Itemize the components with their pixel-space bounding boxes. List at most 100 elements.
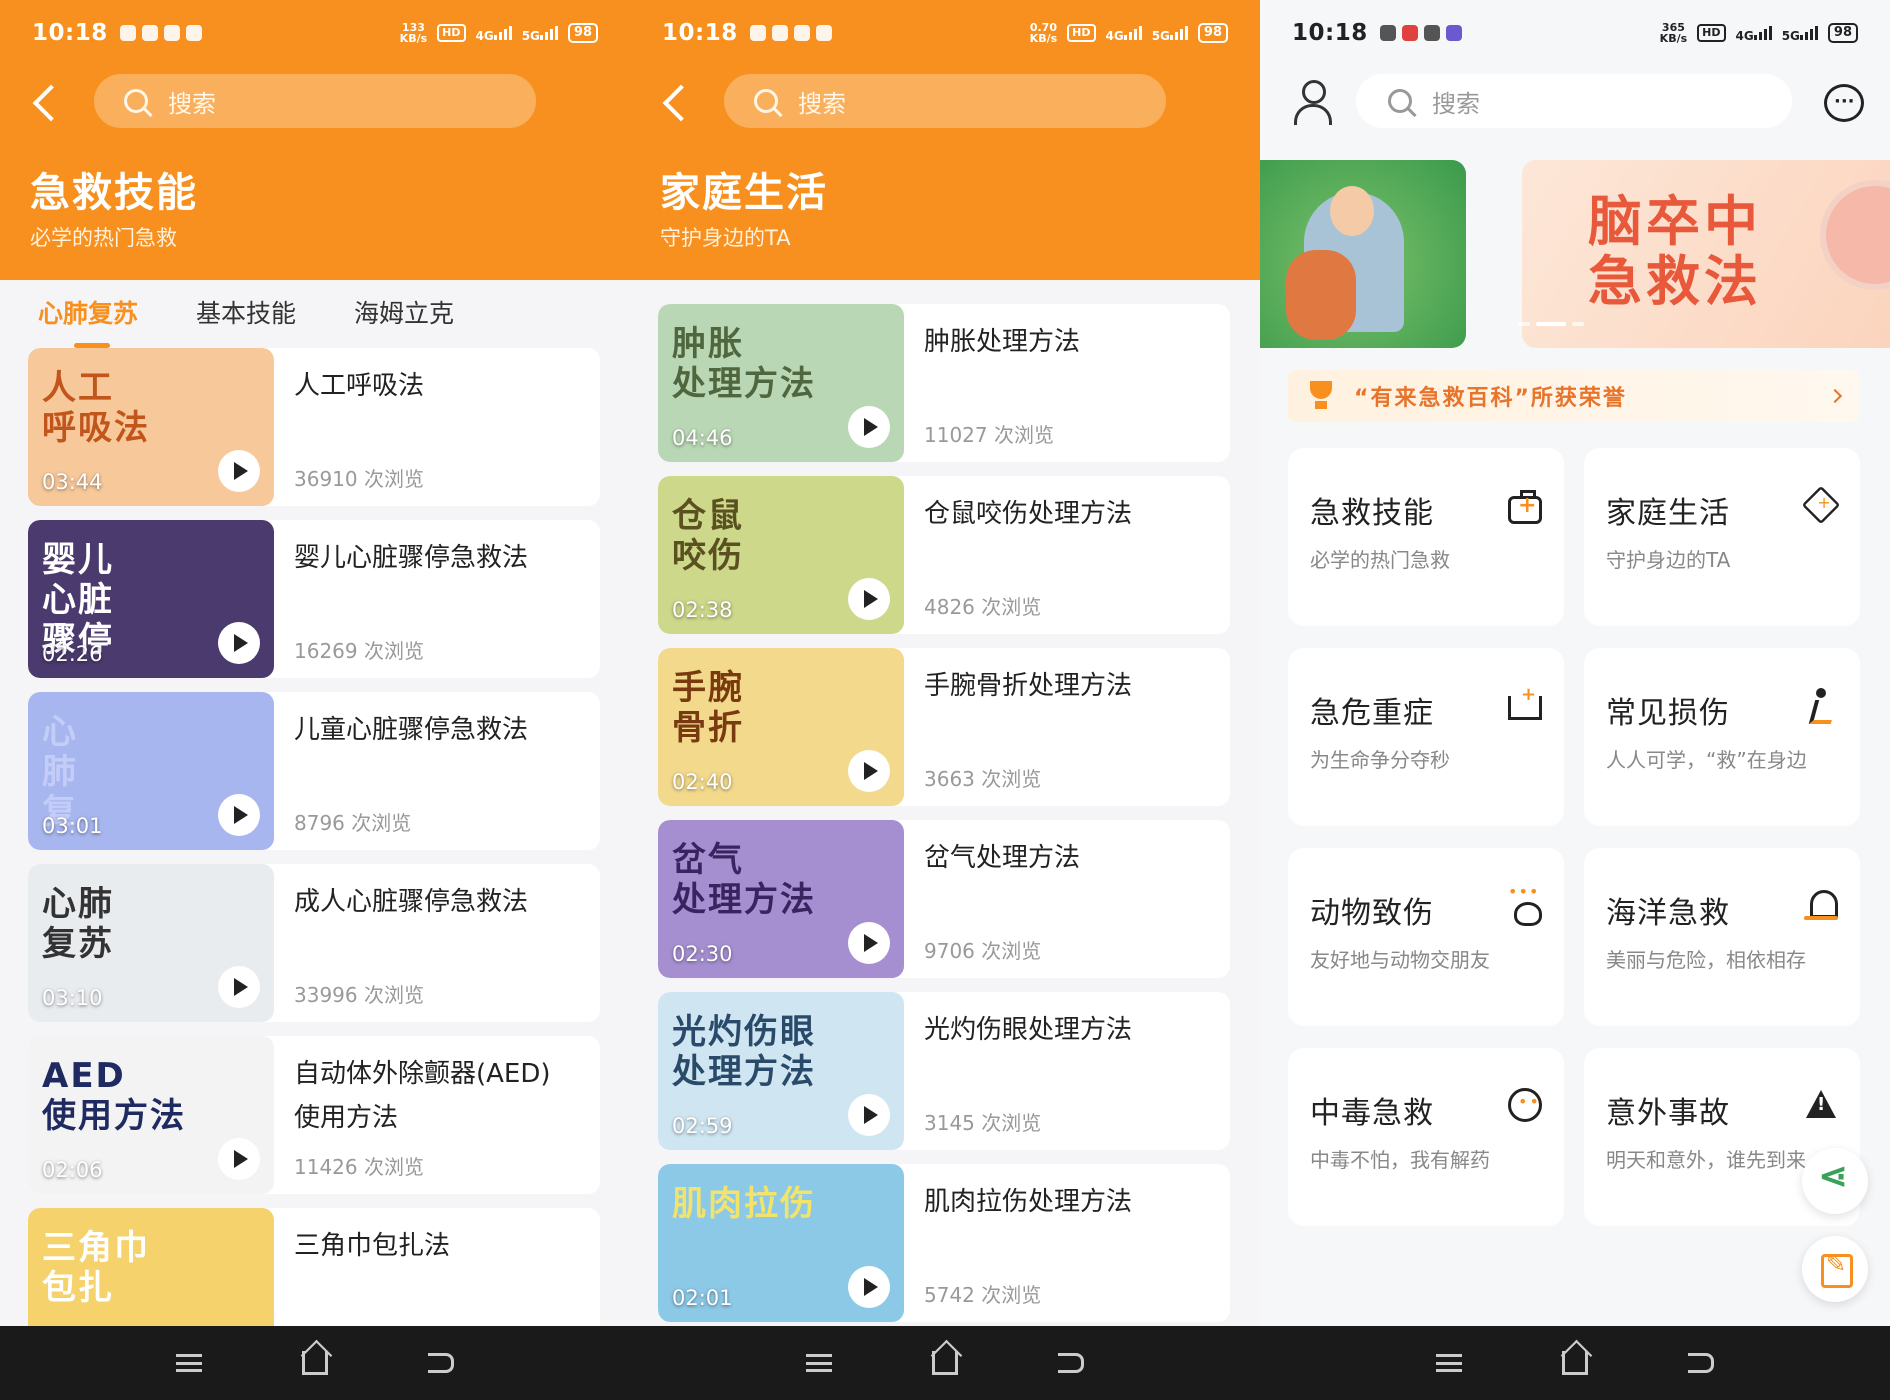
video-thumbnail[interactable]: 肿胀 处理方法 04:46 <box>658 304 904 462</box>
category-card[interactable]: 家庭生活 守护身边的TA <box>1584 448 1860 626</box>
user-profile-icon[interactable] <box>1292 80 1332 125</box>
feedback-button[interactable] <box>1802 1236 1868 1302</box>
honor-banner[interactable]: “有来急救百科”所获荣誉 <box>1288 370 1860 422</box>
video-thumbnail[interactable]: 婴儿 心脏 骤停 02:26 <box>28 520 274 678</box>
ocean-rescue-icon <box>1804 888 1838 922</box>
thumbnail-text: 心肺 复苏 <box>42 884 114 964</box>
play-icon[interactable] <box>848 1094 890 1136</box>
search-input[interactable]: 搜索 <box>94 74 536 128</box>
signal-5g-icon: 5G <box>1152 24 1188 43</box>
video-card[interactable]: 岔气 处理方法 02:30 岔气处理方法 9706 次浏览 <box>658 820 1230 978</box>
back-arrow-icon[interactable] <box>660 74 700 130</box>
system-back-icon[interactable] <box>428 1353 454 1373</box>
video-title: 手腕骨折处理方法 <box>924 671 1133 701</box>
video-duration: 02:01 <box>672 1286 733 1310</box>
tab-heimlich[interactable]: 海姆立克 <box>354 294 454 330</box>
menu-icon[interactable] <box>1436 1354 1462 1372</box>
video-thumbnail[interactable]: 仓鼠 咬伤 02:38 <box>658 476 904 634</box>
home-icon[interactable] <box>1562 1351 1588 1375</box>
search-input[interactable]: 搜索 <box>1356 74 1792 128</box>
tab-cpr[interactable]: 心肺复苏 <box>38 294 138 348</box>
play-icon[interactable] <box>848 1266 890 1308</box>
video-title: 儿童心脏骤停急救法 <box>294 715 529 745</box>
menu-icon[interactable] <box>806 1354 832 1372</box>
video-duration: 02:26 <box>42 642 103 666</box>
video-duration: 03:44 <box>42 470 103 494</box>
category-card[interactable]: 常见损伤 人人可学，“救”在身边 <box>1584 648 1860 826</box>
video-thumbnail[interactable]: 心肺 复苏 03:10 <box>28 864 274 1022</box>
play-icon[interactable] <box>848 922 890 964</box>
play-icon[interactable] <box>848 406 890 448</box>
carousel-prev-slide[interactable] <box>1260 160 1466 348</box>
category-title: 海洋急救 <box>1606 896 1730 931</box>
video-info: 成人心脏骤停急救法 33996 次浏览 <box>274 864 600 1022</box>
video-card[interactable]: 手腕 骨折 02:40 手腕骨折处理方法 3663 次浏览 <box>658 648 1230 806</box>
category-card[interactable]: 急危重症 为生命争分夺秒 <box>1288 648 1564 826</box>
tab-basic-skills[interactable]: 基本技能 <box>196 294 296 330</box>
play-icon[interactable] <box>218 622 260 664</box>
system-back-icon[interactable] <box>1688 1353 1714 1373</box>
video-thumbnail[interactable]: 手腕 骨折 02:40 <box>658 648 904 806</box>
message-icon[interactable] <box>1824 84 1864 122</box>
notification-icons <box>119 25 202 41</box>
video-info: 婴儿心脏骤停急救法 16269 次浏览 <box>274 520 600 678</box>
video-card[interactable]: 光灼伤眼 处理方法 02:59 光灼伤眼处理方法 3145 次浏览 <box>658 992 1230 1150</box>
battery-icon: 98 <box>1827 23 1858 43</box>
skull-icon <box>1508 1088 1542 1122</box>
menu-icon[interactable] <box>176 1354 202 1372</box>
video-duration: 02:06 <box>42 1158 103 1182</box>
video-card[interactable]: 婴儿 心脏 骤停 02:26 婴儿心脏骤停急救法 16269 次浏览 <box>28 520 600 678</box>
video-info: 自动体外除颤器(AED) 使用方法 11426 次浏览 <box>274 1036 600 1194</box>
share-button[interactable] <box>1802 1148 1868 1214</box>
video-list: 肿胀 处理方法 04:46 肿胀处理方法 11027 次浏览仓鼠 咬伤 02:38 仓鼠咬… <box>658 304 1230 1336</box>
home-icon[interactable] <box>302 1351 328 1375</box>
notification-icons <box>749 25 832 41</box>
video-title: 肌肉拉伤处理方法 <box>924 1187 1133 1217</box>
video-thumbnail[interactable]: 肌肉拉伤 02:01 <box>658 1164 904 1322</box>
thumbnail-text: 手腕 骨折 <box>672 668 744 748</box>
video-title: 光灼伤眼处理方法 <box>924 1015 1133 1045</box>
status-bar: 10:18 133 KB/s HD 4G 5G 98 <box>0 0 630 66</box>
video-duration: 02:40 <box>672 770 733 794</box>
system-back-icon[interactable] <box>1058 1353 1084 1373</box>
thumbnail-text: 人工 呼吸法 <box>42 368 150 448</box>
network-speed: 133 KB/s <box>399 21 428 45</box>
video-card[interactable]: 心 肺 复 03:01 儿童心脏骤停急救法 8796 次浏览 <box>28 692 600 850</box>
category-card[interactable]: 海洋急救美丽与危险，相依相存 <box>1584 848 1860 1026</box>
video-title: 婴儿心脏骤停急救法 <box>294 543 529 573</box>
video-thumbnail[interactable]: 光灼伤眼 处理方法 02:59 <box>658 992 904 1150</box>
video-card[interactable]: 肌肉拉伤 02:01 肌肉拉伤处理方法 5742 次浏览 <box>658 1164 1230 1322</box>
thumbnail-text: AED 使用方法 <box>42 1056 186 1136</box>
video-thumbnail[interactable]: 人工 呼吸法 03:44 <box>28 348 274 506</box>
video-thumbnail[interactable]: 岔气 处理方法 02:30 <box>658 820 904 978</box>
back-arrow-icon[interactable] <box>30 74 70 130</box>
category-card[interactable]: 动物致伤 友好地与动物交朋友 <box>1288 848 1564 1026</box>
search-icon <box>1388 89 1412 113</box>
video-card[interactable]: AED 使用方法 02:06 自动体外除颤器(AED) 使用方法 11426 次浏览 <box>28 1036 600 1194</box>
play-icon[interactable] <box>848 750 890 792</box>
category-card[interactable]: 急救技能 必学的热门急救 <box>1288 448 1564 626</box>
carousel-current-slide[interactable]: 脑卒中 急救法 <box>1522 160 1890 348</box>
category-subtitle: 美丽与危险，相依相存 <box>1606 948 1806 972</box>
video-card[interactable]: 人工 呼吸法 03:44 人工呼吸法 36910 次浏览 <box>28 348 600 506</box>
video-card[interactable]: 心肺 复苏 03:10 成人心脏骤停急救法 33996 次浏览 <box>28 864 600 1022</box>
search-input[interactable]: 搜索 <box>724 74 1166 128</box>
video-views: 11027 次浏览 <box>924 423 1054 447</box>
category-grid: 急救技能必学的热门急救家庭生活守护身边的TA急危重症为生命争分夺秒常见损伤人人可… <box>1288 448 1864 1226</box>
play-icon[interactable] <box>848 578 890 620</box>
play-icon[interactable] <box>218 450 260 492</box>
play-icon[interactable] <box>218 1138 260 1180</box>
video-title: 肿胀处理方法 <box>924 327 1081 357</box>
video-card[interactable]: 肿胀 处理方法 04:46 肿胀处理方法 11027 次浏览 <box>658 304 1230 462</box>
play-icon[interactable] <box>218 966 260 1008</box>
play-icon[interactable] <box>218 794 260 836</box>
status-bar: 10:18 365 KB/s HD 4G 5G 98 <box>1260 0 1890 66</box>
top-nav: 搜索 <box>630 74 1260 130</box>
video-thumbnail[interactable]: 心 肺 复 03:01 <box>28 692 274 850</box>
network-speed: 0.70 KB/s <box>1029 21 1058 45</box>
video-card[interactable]: 仓鼠 咬伤 02:38 仓鼠咬伤处理方法 4826 次浏览 <box>658 476 1230 634</box>
category-card[interactable]: 中毒急救 中毒不怕，我有解药 <box>1288 1048 1564 1226</box>
video-views: 9706 次浏览 <box>924 939 1042 963</box>
home-icon[interactable] <box>932 1351 958 1375</box>
video-thumbnail[interactable]: AED 使用方法 02:06 <box>28 1036 274 1194</box>
